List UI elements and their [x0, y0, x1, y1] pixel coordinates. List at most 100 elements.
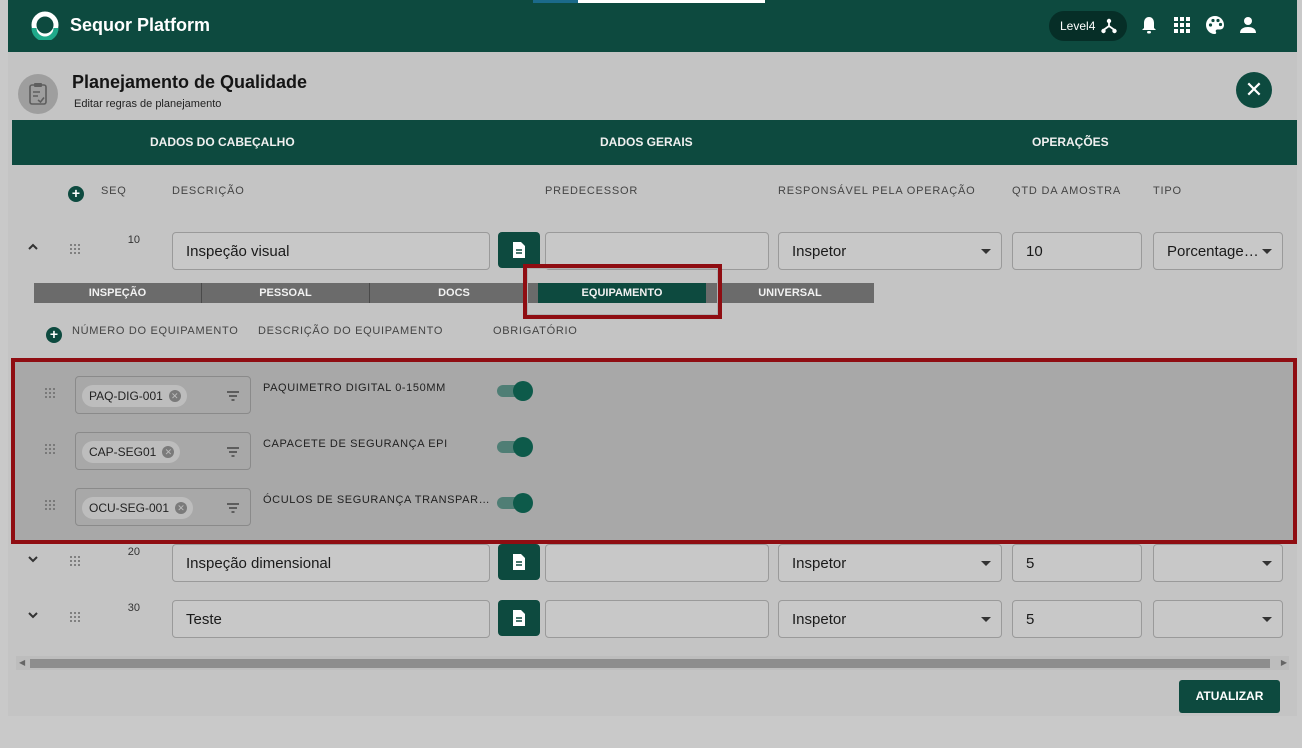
bell-icon[interactable] [1138, 14, 1160, 36]
add-operation-button[interactable]: + [68, 186, 84, 202]
responsavel-select[interactable]: Inspetor [778, 544, 1002, 582]
operation-seq: 30 [127, 602, 140, 614]
equipment-number-field[interactable]: PAQ-DIG-001 ✕ [75, 376, 251, 414]
dropdown-arrow-icon [981, 561, 991, 566]
remove-chip-icon[interactable]: ✕ [168, 390, 181, 402]
equipment-number-field[interactable]: OCU-SEG-001 ✕ [75, 488, 251, 526]
operation-seq: 20 [127, 546, 140, 558]
subtab-docs[interactable]: DOCS [370, 283, 538, 303]
close-button[interactable]: ✕ [1236, 72, 1272, 108]
app-title: Sequor Platform [70, 15, 211, 35]
equipment-number-field[interactable]: CAP-SEG01 ✕ [75, 432, 251, 470]
obrigatorio-toggle[interactable] [497, 493, 533, 513]
remove-chip-icon[interactable]: ✕ [175, 502, 188, 514]
obrigatorio-toggle[interactable] [497, 381, 533, 401]
dropdown-arrow-icon [1262, 617, 1272, 622]
responsavel-value: Inspetor [792, 243, 847, 260]
equipment-chip: OCU-SEG-001 ✕ [82, 497, 194, 519]
top-bar: Sequor Platform Level4 [8, 0, 1297, 52]
col-descricao: DESCRIÇÃO [172, 185, 245, 197]
drag-handle-icon[interactable] [43, 386, 57, 400]
drag-handle-icon[interactable] [68, 242, 82, 256]
subtab-inspecao[interactable]: INSPEÇÃO [34, 283, 202, 303]
dropdown-arrow-icon [1262, 561, 1272, 566]
obrigatorio-toggle[interactable] [497, 437, 533, 457]
responsavel-select[interactable]: Inspetor [778, 600, 1002, 638]
equipment-row: PAQ-DIG-001 ✕ PAQUIMETRO DIGITAL 0-150MM [15, 362, 1293, 418]
tab-dados-gerais[interactable]: DADOS GERAIS [600, 135, 693, 149]
document-button[interactable] [498, 232, 540, 268]
user-icon[interactable] [1237, 14, 1259, 36]
col-numero-equipamento: NÚMERO DO EQUIPAMENTO [72, 325, 239, 337]
filter-icon[interactable] [226, 446, 240, 458]
update-button[interactable]: ATUALIZAR [1179, 680, 1280, 713]
col-obrigatorio: OBRIGATÓRIO [493, 325, 578, 337]
tipo-select[interactable] [1153, 544, 1283, 582]
equipment-description: PAQUIMETRO DIGITAL 0-150MM [263, 382, 446, 394]
add-equipment-button[interactable]: + [46, 327, 62, 343]
chevron-down-icon[interactable] [26, 608, 40, 622]
tab-operacoes[interactable]: OPERAÇÕES [1032, 135, 1109, 149]
drag-handle-icon[interactable] [43, 442, 57, 456]
responsavel-value: Inspetor [792, 555, 847, 572]
operation-description-input[interactable]: Teste [172, 600, 490, 638]
responsavel-select[interactable]: Inspetor [778, 232, 1002, 270]
equipment-list: PAQ-DIG-001 ✕ PAQUIMETRO DIGITAL 0-150MM … [11, 358, 1297, 544]
equipment-description: CAPACETE DE SEGURANÇA EPI [263, 438, 448, 450]
chevron-down-icon[interactable] [26, 552, 40, 566]
drag-handle-icon[interactable] [43, 498, 57, 512]
subtab-pessoal[interactable]: PESSOAL [202, 283, 370, 303]
equipment-row: OCU-SEG-001 ✕ ÓCULOS DE SEGURANÇA TRANSPA… [15, 474, 1293, 530]
highlight-box-equipment-tab [523, 264, 722, 319]
main-tabs: DADOS DO CABEÇALHO DADOS GERAIS OPERAÇÕE… [12, 120, 1297, 165]
col-seq: SEQ [101, 185, 127, 197]
responsavel-value: Inspetor [792, 611, 847, 628]
plus-icon: + [49, 326, 59, 342]
apps-grid-icon[interactable] [1171, 14, 1193, 36]
qtd-amostra-input[interactable]: 5 [1012, 600, 1142, 638]
chevron-up-icon[interactable] [26, 240, 40, 254]
qtd-amostra-input[interactable]: 5 [1012, 544, 1142, 582]
scroll-right-arrow-icon[interactable]: ▶ [1281, 658, 1287, 667]
document-button[interactable] [498, 600, 540, 636]
horizontal-scrollbar[interactable]: ◀ ▶ [16, 656, 1289, 670]
col-predecessor: PREDECESSOR [545, 185, 639, 197]
document-icon [513, 554, 525, 570]
detail-tabs: INSPEÇÃO PESSOAL DOCS EQUIPAMENTO UNIVER… [34, 283, 874, 303]
drag-handle-icon[interactable] [68, 554, 82, 568]
tipo-value: Porcentage… [1167, 243, 1259, 260]
scrollbar-thumb[interactable] [30, 659, 1270, 668]
operation-description-input[interactable]: Inspeção visual [172, 232, 490, 270]
tipo-select[interactable]: Porcentage… [1153, 232, 1283, 270]
equipment-description: ÓCULOS DE SEGURANÇA TRANSPAR… [263, 494, 491, 506]
scroll-left-arrow-icon[interactable]: ◀ [19, 658, 25, 667]
filter-icon[interactable] [226, 390, 240, 402]
app-window: Sequor Platform Level4 Planejamento de Q… [8, 0, 1297, 716]
page-header: Planejamento de Qualidade Editar regras … [8, 52, 1297, 120]
subtab-universal[interactable]: UNIVERSAL [706, 283, 874, 303]
equipment-chip-label: OCU-SEG-001 [89, 501, 170, 515]
remove-chip-icon[interactable]: ✕ [162, 446, 175, 458]
col-tipo: TIPO [1153, 185, 1182, 197]
qtd-amostra-input[interactable]: 10 [1012, 232, 1142, 270]
operation-row: 20 Inspeção dimensional Inspetor 5 [8, 538, 1297, 590]
col-descricao-equipamento: DESCRIÇÃO DO EQUIPAMENTO [258, 325, 444, 337]
close-icon: ✕ [1244, 77, 1264, 102]
level-label: Level4 [1060, 19, 1096, 33]
page-title: Planejamento de Qualidade [72, 72, 308, 92]
level-selector[interactable]: Level4 [1049, 11, 1127, 41]
col-qtd-amostra: QTD DA AMOSTRA [1012, 185, 1121, 197]
clipboard-avatar [18, 74, 58, 114]
tab-dados-cabecalho[interactable]: DADOS DO CABEÇALHO [150, 135, 295, 149]
plus-icon: + [71, 185, 81, 201]
page-subtitle: Editar regras de planejamento [74, 98, 222, 110]
palette-icon[interactable] [1204, 14, 1226, 36]
tipo-select[interactable] [1153, 600, 1283, 638]
document-button[interactable] [498, 544, 540, 580]
operation-description-input[interactable]: Inspeção dimensional [172, 544, 490, 582]
filter-icon[interactable] [226, 502, 240, 514]
predecessor-input[interactable] [545, 600, 769, 638]
equipment-chip-label: PAQ-DIG-001 [89, 389, 163, 403]
drag-handle-icon[interactable] [68, 610, 82, 624]
predecessor-input[interactable] [545, 544, 769, 582]
